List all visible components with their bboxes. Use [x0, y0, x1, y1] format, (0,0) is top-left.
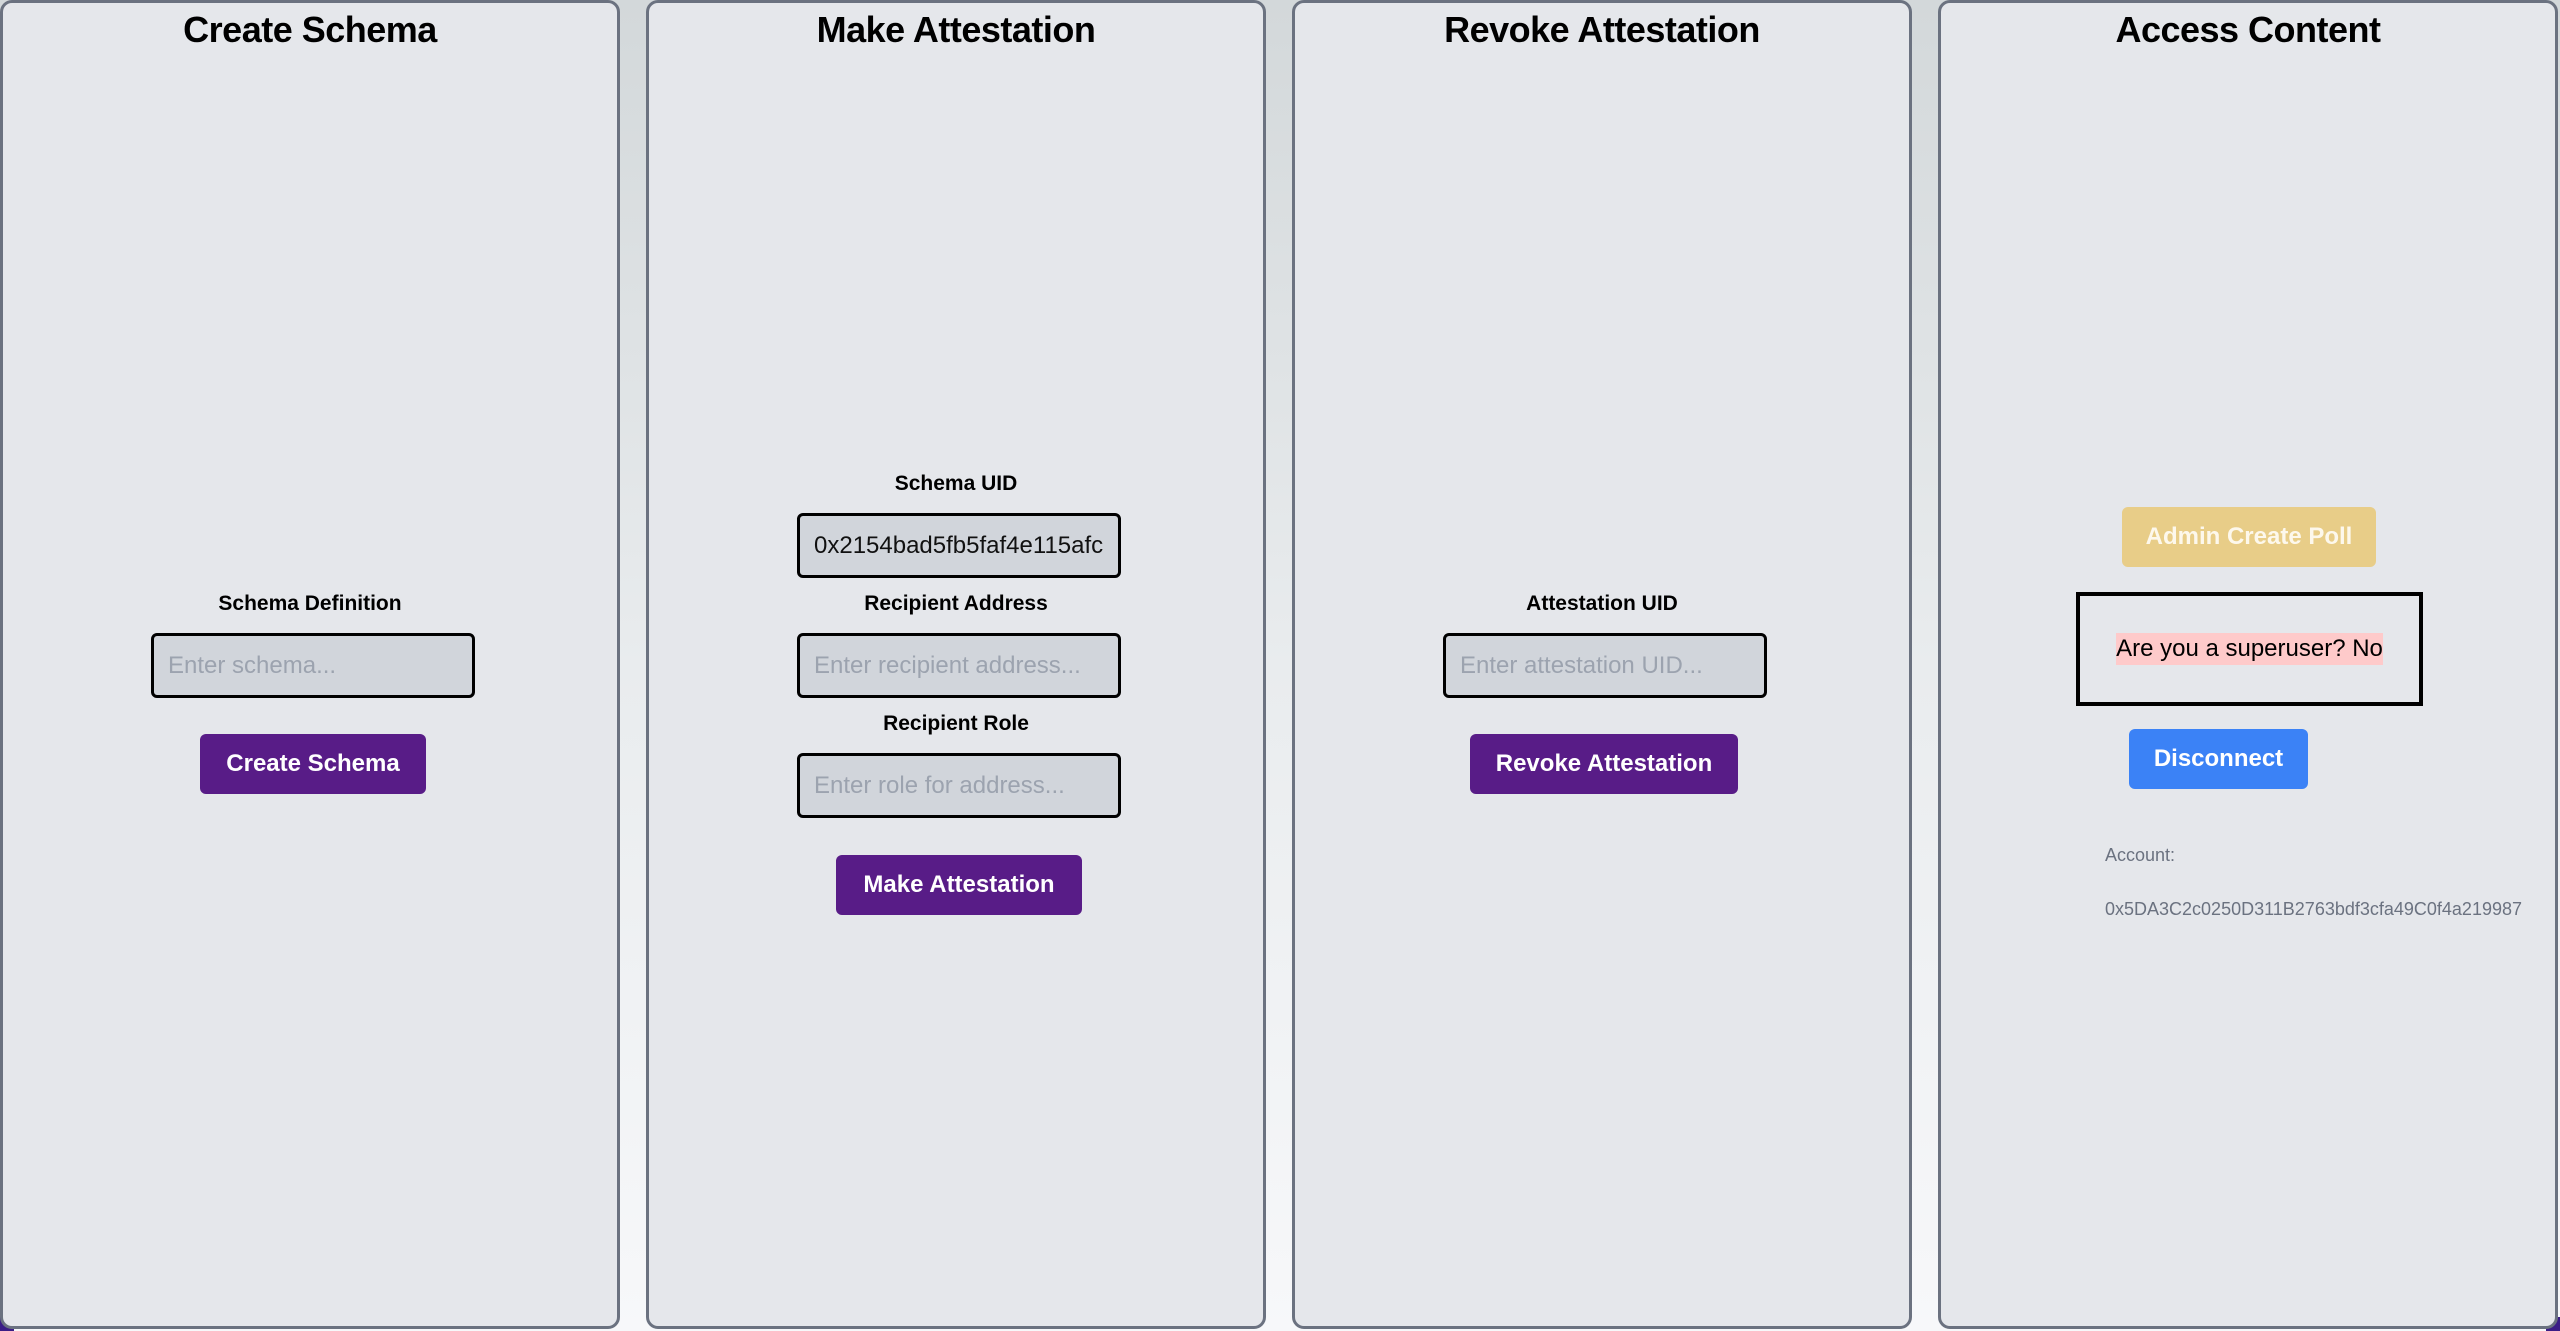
make-attestation-title: Make Attestation — [816, 9, 1096, 50]
schema-uid-input[interactable] — [797, 513, 1121, 578]
schema-definition-input[interactable] — [151, 633, 475, 698]
schema-uid-label: Schema UID — [894, 472, 1018, 495]
make-attestation-button[interactable]: Make Attestation — [836, 855, 1082, 915]
recipient-address-input[interactable] — [797, 633, 1121, 698]
disconnect-button[interactable]: Disconnect — [2129, 729, 2308, 789]
superuser-status-text: Are you a superuser? No — [2116, 633, 2383, 665]
attestation-uid-input[interactable] — [1443, 633, 1767, 698]
revoke-attestation-panel: Revoke Attestation Attestation UID Revok… — [1292, 0, 1912, 1329]
account-address: 0x5DA3C2c0250D311B2763bdf3cfa49C0f4a2199… — [2105, 899, 2522, 919]
revoke-attestation-title: Revoke Attestation — [1444, 9, 1760, 50]
create-schema-title: Create Schema — [183, 9, 437, 50]
schema-definition-label: Schema Definition — [218, 592, 402, 615]
recipient-role-label: Recipient Role — [883, 712, 1029, 735]
attestation-uid-label: Attestation UID — [1526, 592, 1678, 615]
superuser-status-box: Are you a superuser? No — [2076, 592, 2423, 706]
recipient-address-label: Recipient Address — [864, 592, 1048, 615]
admin-create-poll-button[interactable]: Admin Create Poll — [2122, 507, 2376, 567]
revoke-attestation-button[interactable]: Revoke Attestation — [1470, 734, 1738, 794]
create-schema-panel: Create Schema Schema Definition Create S… — [0, 0, 620, 1329]
create-schema-button[interactable]: Create Schema — [200, 734, 426, 794]
access-content-panel: Access Content Admin Create Poll Are you… — [1938, 0, 2558, 1329]
recipient-role-input[interactable] — [797, 753, 1121, 818]
account-label: Account: — [2105, 845, 2176, 865]
make-attestation-panel: Make Attestation Schema UID Recipient Ad… — [646, 0, 1266, 1329]
access-content-title: Access Content — [2115, 9, 2381, 50]
